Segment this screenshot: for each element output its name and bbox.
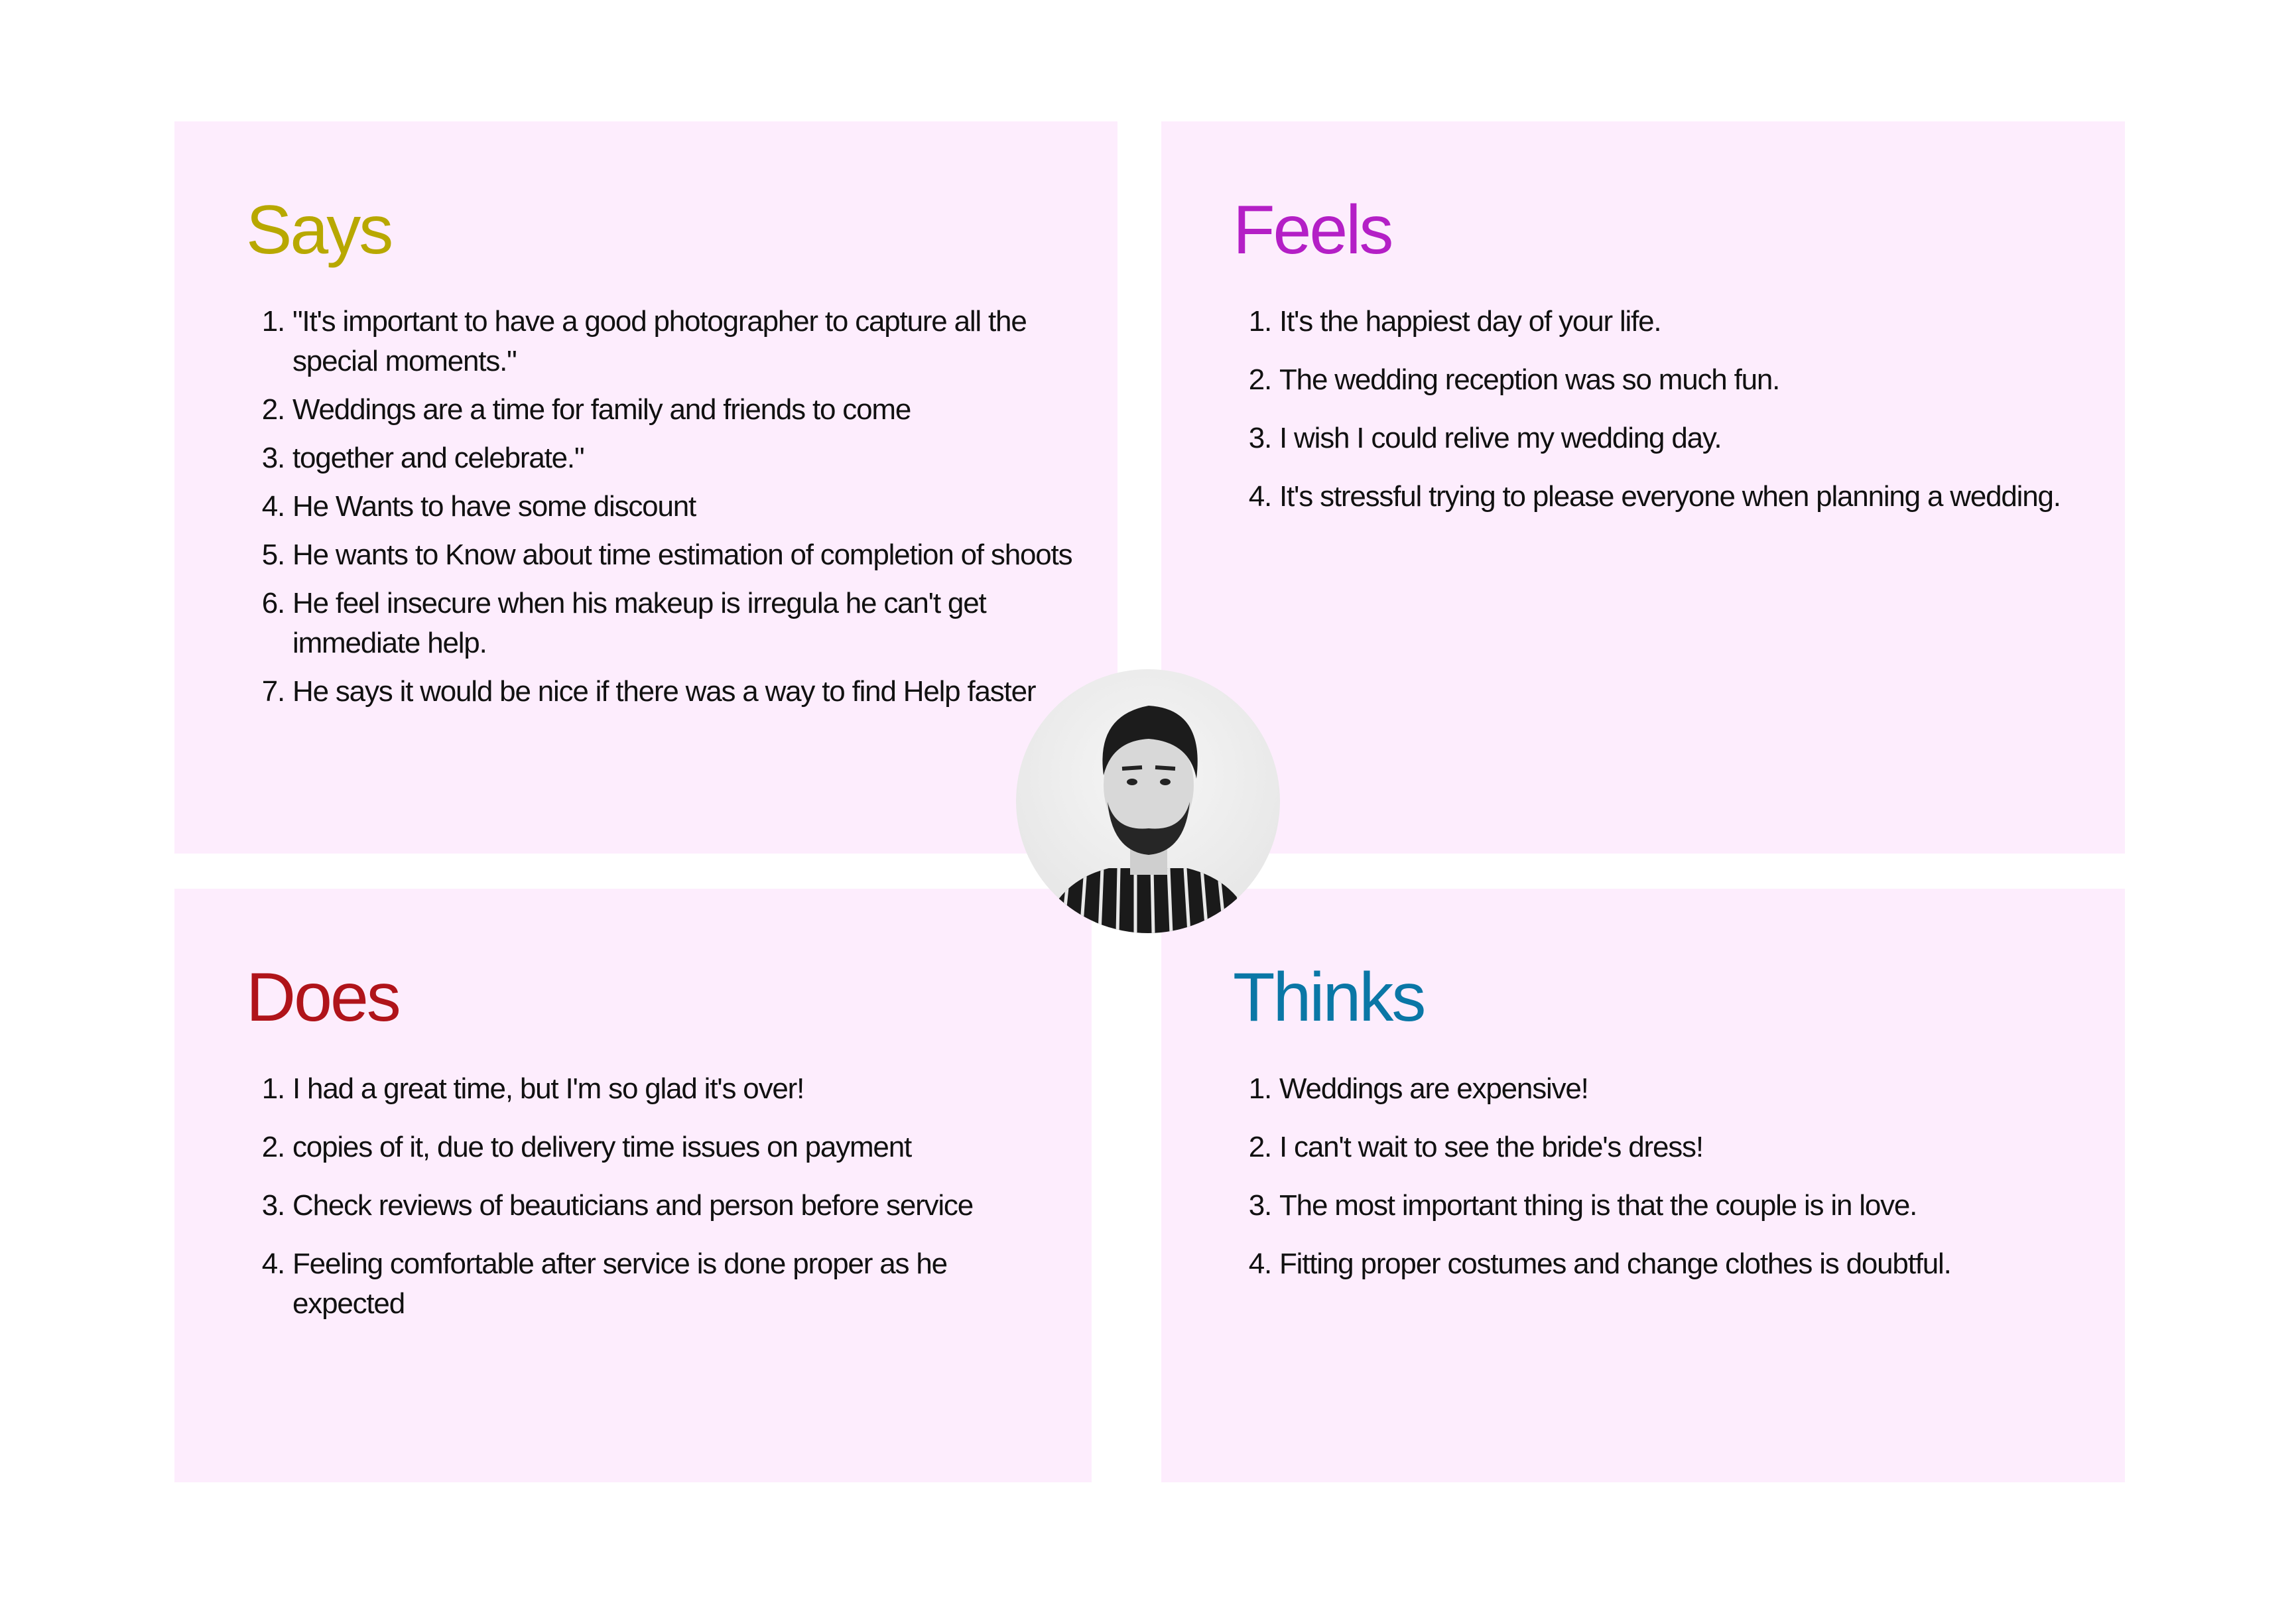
list-item-text: "It's important to have a good photograp…: [292, 305, 1027, 377]
list-item-number: 5.: [261, 539, 285, 571]
does-list-item: 4. Feeling comfortable after service is d…: [257, 1244, 1052, 1324]
list-item-number: 3.: [1248, 1189, 1272, 1222]
list-item-number: 2.: [261, 393, 285, 426]
list-item-text: It's the happiest day of your life.: [1279, 305, 1662, 338]
thinks-heading: Thinks: [1233, 959, 1426, 1036]
list-item-number: 4.: [261, 1248, 285, 1280]
list-item-number: 3.: [1248, 422, 1272, 454]
list-item-text: Weddings are expensive!: [1279, 1072, 1589, 1105]
list-item-text: He wants to Know about time estimation o…: [292, 539, 1073, 571]
person-photo-icon: [1043, 706, 1255, 933]
list-item-number: 2.: [1248, 363, 1272, 396]
list-item-number: 1.: [1248, 1072, 1272, 1105]
list-item-text: Weddings are a time for family and frien…: [292, 393, 911, 426]
list-item-number: 1.: [261, 1072, 285, 1105]
list-item-text: Check reviews of beauticians and person …: [292, 1189, 974, 1222]
says-list-item: 4. He Wants to have some discount: [257, 487, 1078, 527]
feels-list-item: 4. It's stressful trying to please everyo…: [1244, 477, 2085, 517]
list-item-text: Feeling comfortable after service is don…: [292, 1248, 948, 1320]
list-item-text: He feel insecure when his makeup is irre…: [292, 587, 987, 659]
feels-quadrant: Feels 1. It's the happiest day of your li…: [1161, 121, 2125, 854]
list-item-number: 1.: [1248, 305, 1272, 338]
says-list-item: 2. Weddings are a time for family and fri…: [257, 390, 1078, 430]
thinks-list-item: 4. Fitting proper costumes and change clo…: [1244, 1244, 2085, 1284]
list-item-number: 6.: [261, 587, 285, 619]
says-list-item: 5. He wants to Know about time estimation…: [257, 535, 1078, 575]
list-item-text: I wish I could relive my wedding day.: [1279, 422, 1722, 454]
does-list-item: 1. I had a great time, but I'm so glad it…: [257, 1069, 1052, 1109]
does-quadrant: Does 1. I had a great time, but I'm so gl…: [174, 889, 1092, 1482]
says-heading: Says: [246, 192, 393, 269]
list-item-text: copies of it, due to delivery time issue…: [292, 1131, 912, 1163]
feels-heading: Feels: [1233, 192, 1393, 269]
list-item-number: 2.: [261, 1131, 285, 1163]
list-item-number: 4.: [1248, 1248, 1272, 1280]
thinks-list-item: 2. I can't wait to see the bride's dress!: [1244, 1127, 2085, 1167]
thinks-quadrant: Thinks 1. Weddings are expensive! 2. I can'…: [1161, 889, 2125, 1482]
thinks-list-item: 1. Weddings are expensive!: [1244, 1069, 2085, 1109]
does-list: 1. I had a great time, but I'm so glad it…: [257, 1069, 1052, 1342]
list-item-text: I can't wait to see the bride's dress!: [1279, 1131, 1704, 1163]
list-item-text: He says it would be nice if there was a …: [292, 675, 1037, 708]
list-item-text: I had a great time, but I'm so glad it's…: [292, 1072, 804, 1105]
list-item-number: 4.: [1248, 480, 1272, 513]
list-item-text: together and celebrate.": [292, 442, 585, 474]
list-item-number: 3.: [261, 1189, 285, 1222]
says-list-item: 1. "It's important to have a good photogr…: [257, 302, 1078, 381]
list-item-number: 7.: [261, 675, 285, 708]
list-item-text: The wedding reception was so much fun.: [1279, 363, 1780, 396]
list-item-text: The most important thing is that the cou…: [1279, 1189, 1917, 1222]
says-list-item: 3. together and celebrate.": [257, 438, 1078, 478]
says-list-item: 7. He says it would be nice if there was …: [257, 672, 1078, 712]
list-item-number: 4.: [261, 490, 285, 523]
list-item-number: 1.: [261, 305, 285, 338]
list-item-number: 2.: [1248, 1131, 1272, 1163]
does-list-item: 2. copies of it, due to delivery time iss…: [257, 1127, 1052, 1167]
list-item-number: 3.: [261, 442, 285, 474]
list-item-text: He Wants to have some discount: [292, 490, 696, 523]
feels-list: 1. It's the happiest day of your life. 2. T…: [1244, 302, 2085, 535]
does-heading: Does: [246, 959, 401, 1036]
says-list-item: 6. He feel insecure when his makeup is ir…: [257, 584, 1078, 663]
says-list: 1. "It's important to have a good photogr…: [257, 302, 1078, 720]
list-item-text: Fitting proper costumes and change cloth…: [1279, 1248, 1952, 1280]
feels-list-item: 2. The wedding reception was so much fun.: [1244, 360, 2085, 400]
persona-avatar: [1016, 669, 1280, 933]
list-item-text: It's stressful trying to please everyone…: [1279, 480, 2061, 513]
feels-list-item: 3. I wish I could relive my wedding day.: [1244, 418, 2085, 458]
says-quadrant: Says 1. "It's important to have a good ph…: [174, 121, 1117, 854]
thinks-list-item: 3. The most important thing is that the c…: [1244, 1186, 2085, 1226]
does-list-item: 3. Check reviews of beauticians and perso…: [257, 1186, 1052, 1226]
feels-list-item: 1. It's the happiest day of your life.: [1244, 302, 2085, 342]
thinks-list: 1. Weddings are expensive! 2. I can't wait …: [1244, 1069, 2085, 1303]
